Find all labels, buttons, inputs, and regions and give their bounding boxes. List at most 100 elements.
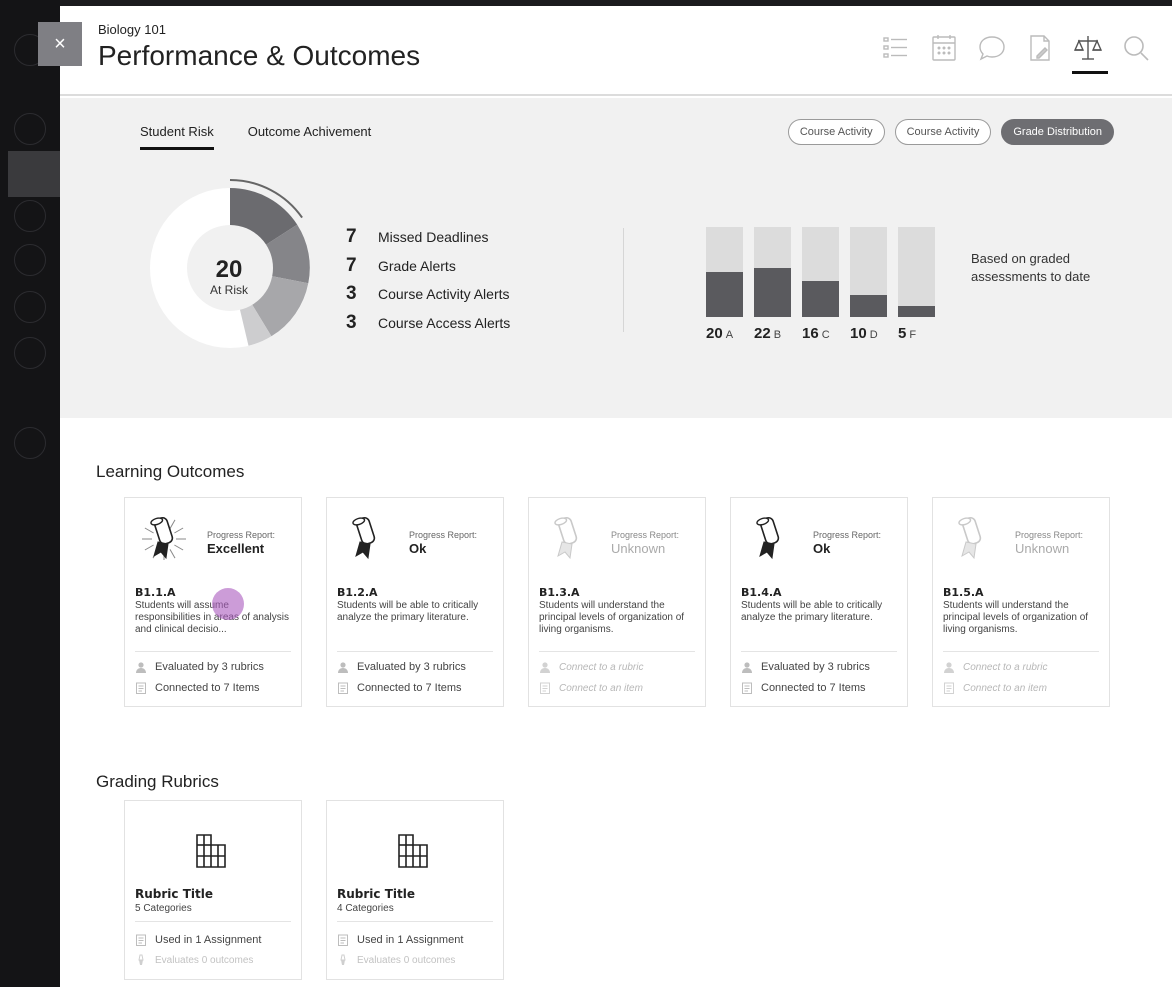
- rail-item[interactable]: [14, 200, 46, 232]
- course-activity-filter[interactable]: Course Activity: [787, 119, 885, 145]
- rubric-categories: 5 Categories: [135, 903, 192, 914]
- progress-report-label: Progress Report:: [1015, 530, 1084, 540]
- grade-bar-fill: [754, 267, 791, 317]
- analytics-tabs: Student Risk Outcome Achivement: [140, 124, 371, 150]
- outcome-usage[interactable]: Evaluates 0 outcomes: [337, 954, 455, 966]
- grade-bar-label: 10 D: [850, 325, 887, 343]
- alert-row[interactable]: 3 Course Activity Alerts: [346, 283, 510, 312]
- close-button[interactable]: ×: [38, 22, 82, 66]
- grade-count: 10: [850, 325, 867, 342]
- outcome-description: Students will understand the principal l…: [943, 600, 1089, 635]
- grade-bar-label: 20 A: [706, 325, 743, 343]
- rail-item[interactable]: [14, 337, 46, 369]
- grade-bar-fill: [802, 281, 839, 317]
- alert-row[interactable]: 3 Course Access Alerts: [346, 312, 510, 341]
- rubric-link-text: Evaluated by 3 rubrics: [357, 661, 466, 673]
- learning-outcome-card[interactable]: Progress Report: Unknown B1.3.A Students wi…: [528, 497, 706, 707]
- rail-item[interactable]: [14, 113, 46, 145]
- grade-bar-fill: [898, 305, 935, 317]
- assignment-usage[interactable]: Used in 1 Assignment: [135, 934, 261, 946]
- item-link[interactable]: Connected to 7 Items: [337, 682, 462, 694]
- grade-letter: C: [821, 329, 830, 341]
- item-link-text: Connected to 7 Items: [357, 682, 462, 694]
- progress-report-value: Unknown: [611, 541, 666, 556]
- rubric-link[interactable]: Evaluated by 3 rubrics: [337, 661, 466, 673]
- page-title: Performance & Outcomes: [98, 40, 421, 71]
- scales-icon[interactable]: [1072, 32, 1108, 74]
- rail-item[interactable]: [14, 427, 46, 459]
- progress-report-value: Ok: [813, 541, 831, 556]
- item-link-text: Connect to an item: [963, 682, 1047, 694]
- item-link[interactable]: Connect to an item: [943, 682, 1047, 694]
- course-activity-filter[interactable]: Course Activity: [894, 119, 992, 145]
- alert-count: 7: [346, 226, 357, 247]
- left-rail: [0, 0, 60, 987]
- item-link[interactable]: Connected to 7 Items: [741, 682, 866, 694]
- progress-report-label: Progress Report:: [813, 530, 882, 540]
- rubric-link[interactable]: Connect to a rubric: [943, 661, 1048, 673]
- rubric-link[interactable]: Evaluated by 3 rubrics: [741, 661, 870, 673]
- assignment-usage[interactable]: Used in 1 Assignment: [337, 934, 463, 946]
- progress-report-value: Unknown: [1015, 541, 1070, 556]
- progress-scroll-icon: [343, 514, 389, 560]
- grade-count: 5: [898, 325, 907, 342]
- grade-letter: D: [869, 329, 878, 341]
- grade-bar-fill: [706, 272, 743, 317]
- item-link-text: Connected to 7 Items: [155, 682, 260, 694]
- alert-count: 3: [346, 283, 357, 304]
- grade-distribution-note: Based on graded assessments to date: [971, 251, 1091, 284]
- learning-outcome-card[interactable]: Progress Report: Unknown B1.5.A Students wi…: [932, 497, 1110, 707]
- search-icon[interactable]: [1120, 32, 1152, 72]
- grade-bar-fill: [850, 294, 887, 317]
- alert-row[interactable]: 7 Grade Alerts: [346, 255, 510, 284]
- card-divider: [943, 651, 1099, 652]
- learning-outcomes-title: Learning Outcomes: [96, 462, 245, 481]
- document-edit-icon[interactable]: [1024, 32, 1056, 72]
- chat-bubble-icon[interactable]: [976, 32, 1008, 72]
- progress-scroll-icon: [747, 514, 793, 560]
- card-divider: [337, 651, 493, 652]
- tab-student-risk[interactable]: Student Risk: [140, 124, 214, 150]
- header: Biology 101 Performance & Outcomes: [60, 6, 1172, 96]
- rubric-link[interactable]: Evaluated by 3 rubrics: [135, 661, 264, 673]
- rubric-grid-icon: [393, 831, 433, 871]
- alert-list: 7 Missed Deadlines 7 Grade Alerts 3 Course …: [346, 226, 510, 340]
- rubric-card[interactable]: Rubric Title 5 Categories Used in 1 Assign…: [124, 800, 302, 980]
- alert-count: 3: [346, 311, 357, 333]
- card-divider: [741, 651, 897, 652]
- assignment-usage-text: Used in 1 Assignment: [357, 934, 464, 946]
- grade-bar[interactable]: [754, 227, 791, 317]
- progress-report-value: Ok: [409, 541, 427, 556]
- alert-row[interactable]: 7 Missed Deadlines: [346, 226, 510, 255]
- rubric-card[interactable]: Rubric Title 4 Categories Used in 1 Assign…: [326, 800, 504, 980]
- progress-scroll-icon: [141, 514, 187, 561]
- grade-bar[interactable]: [706, 227, 743, 317]
- grade-count: 20: [706, 325, 723, 342]
- rail-item[interactable]: [14, 291, 46, 323]
- outcome-usage[interactable]: Evaluates 0 outcomes: [135, 954, 253, 966]
- rubric-title: Rubric Title: [135, 887, 213, 901]
- grade-bar-column: 16 C: [802, 227, 839, 343]
- grade-bar[interactable]: [850, 227, 887, 317]
- analytics-panel: Student Risk Outcome Achivement Course A…: [60, 98, 1172, 418]
- outcome-description: Students will be able to critically anal…: [741, 600, 883, 623]
- rail-item[interactable]: [14, 244, 46, 276]
- rubric-link[interactable]: Connect to a rubric: [539, 661, 644, 673]
- learning-outcomes-list: Progress Report: Excellent B1.1.A Students …: [124, 497, 1110, 707]
- item-link[interactable]: Connect to an item: [539, 682, 643, 694]
- rail-active-block[interactable]: [8, 151, 60, 197]
- learning-outcome-card[interactable]: Progress Report: Ok B1.4.A Students will be…: [730, 497, 908, 707]
- grade-bar[interactable]: [802, 227, 839, 317]
- rubric-grid-icon: [191, 831, 231, 871]
- grade-bar-label: 22 B: [754, 325, 791, 343]
- calendar-icon[interactable]: [928, 32, 960, 72]
- grade-distribution-filter[interactable]: Grade Distribution: [1001, 119, 1114, 145]
- tab-outcome-achievement[interactable]: Outcome Achivement: [248, 124, 372, 150]
- item-link[interactable]: Connected to 7 Items: [135, 682, 260, 694]
- grade-bar[interactable]: [898, 227, 935, 317]
- card-divider: [539, 651, 695, 652]
- rubric-link-text: Evaluated by 3 rubrics: [155, 661, 264, 673]
- list-icon[interactable]: [880, 32, 912, 72]
- at-risk-count: 20: [215, 256, 243, 283]
- learning-outcome-card[interactable]: Progress Report: Ok B1.2.A Students will be…: [326, 497, 504, 707]
